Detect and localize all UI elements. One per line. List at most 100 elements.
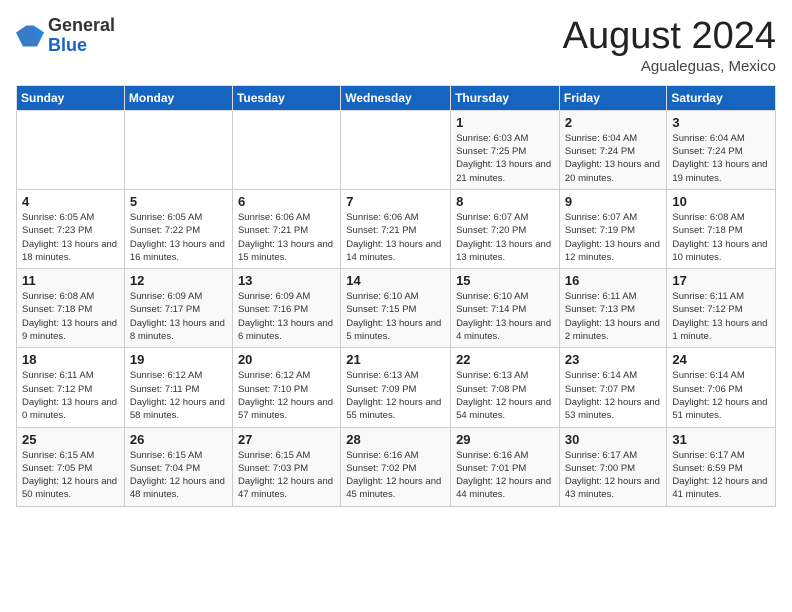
logo: General Blue	[16, 16, 115, 56]
day-number: 22	[456, 352, 554, 367]
day-number: 13	[238, 273, 335, 288]
calendar-cell: 12 Sunrise: 6:09 AMSunset: 7:17 PMDayligh…	[124, 269, 232, 348]
day-number: 19	[130, 352, 227, 367]
calendar-cell: 19Sunrise: 6:12 AMSunset: 7:11 PMDayligh…	[124, 348, 232, 427]
calendar-cell: 13 Sunrise: 6:09 AMSunset: 7:16 PMDayligh…	[232, 269, 340, 348]
day-info: Sunrise: 6:12 AMSunset: 7:10 PMDaylight:…	[238, 369, 335, 422]
calendar-week-row: 11 Sunrise: 6:08 AMSunset: 7:18 PMDayligh…	[17, 269, 776, 348]
calendar-cell: 8Sunrise: 6:07 AMSunset: 7:20 PMDaylight…	[451, 189, 560, 268]
calendar-cell: 7Sunrise: 6:06 AMSunset: 7:21 PMDaylight…	[341, 189, 451, 268]
calendar-cell: 21Sunrise: 6:13 AMSunset: 7:09 PMDayligh…	[341, 348, 451, 427]
day-number: 5	[130, 194, 227, 209]
day-info: Sunrise: 6:17 AMSunset: 6:59 PMDaylight:…	[672, 449, 770, 502]
day-info: Sunrise: 6:15 AMSunset: 7:05 PMDaylight:…	[22, 449, 119, 502]
calendar-cell: 14 Sunrise: 6:10 AMSunset: 7:15 PMDayligh…	[341, 269, 451, 348]
day-info: Sunrise: 6:06 AMSunset: 7:21 PMDaylight:…	[238, 211, 335, 264]
calendar-cell: 4Sunrise: 6:05 AMSunset: 7:23 PMDaylight…	[17, 189, 125, 268]
calendar-cell: 3Sunrise: 6:04 AMSunset: 7:24 PMDaylight…	[667, 110, 776, 189]
day-number: 27	[238, 432, 335, 447]
day-number: 2	[565, 115, 662, 130]
calendar-cell: 22 Sunrise: 6:13 AMSunset: 7:08 PMDayligh…	[451, 348, 560, 427]
page-header: General Blue August 2024 Agualeguas, Mex…	[16, 16, 776, 75]
day-info: Sunrise: 6:13 AMSunset: 7:08 PMDaylight:…	[456, 369, 554, 422]
calendar-cell: 28Sunrise: 6:16 AMSunset: 7:02 PMDayligh…	[341, 427, 451, 506]
day-number: 26	[130, 432, 227, 447]
calendar-table: SundayMondayTuesdayWednesdayThursdayFrid…	[16, 85, 776, 507]
weekday-header: Sunday	[17, 85, 125, 110]
weekday-header: Monday	[124, 85, 232, 110]
day-info: Sunrise: 6:11 AMSunset: 7:12 PMDaylight:…	[22, 369, 119, 422]
calendar-cell	[124, 110, 232, 189]
day-number: 3	[672, 115, 770, 130]
weekday-header: Thursday	[451, 85, 560, 110]
day-info: Sunrise: 6:17 AMSunset: 7:00 PMDaylight:…	[565, 449, 662, 502]
calendar-cell: 15 Sunrise: 6:10 AMSunset: 7:14 PMDayligh…	[451, 269, 560, 348]
calendar-week-row: 18Sunrise: 6:11 AMSunset: 7:12 PMDayligh…	[17, 348, 776, 427]
calendar-cell: 1Sunrise: 6:03 AMSunset: 7:25 PMDaylight…	[451, 110, 560, 189]
weekday-header: Saturday	[667, 85, 776, 110]
day-info: Sunrise: 6:07 AMSunset: 7:20 PMDaylight:…	[456, 211, 554, 264]
calendar-cell: 18Sunrise: 6:11 AMSunset: 7:12 PMDayligh…	[17, 348, 125, 427]
calendar-header-row: SundayMondayTuesdayWednesdayThursdayFrid…	[17, 85, 776, 110]
calendar-cell	[341, 110, 451, 189]
day-info: Sunrise: 6:10 AMSunset: 7:14 PMDaylight:…	[456, 290, 554, 343]
day-number: 14	[346, 273, 445, 288]
day-info: Sunrise: 6:06 AMSunset: 7:21 PMDaylight:…	[346, 211, 445, 264]
day-number: 17	[672, 273, 770, 288]
day-info: Sunrise: 6:11 AMSunset: 7:13 PMDaylight:…	[565, 290, 662, 343]
calendar-week-row: 1Sunrise: 6:03 AMSunset: 7:25 PMDaylight…	[17, 110, 776, 189]
calendar-cell	[17, 110, 125, 189]
location: Agualeguas, Mexico	[563, 58, 776, 75]
calendar-cell: 11 Sunrise: 6:08 AMSunset: 7:18 PMDayligh…	[17, 269, 125, 348]
calendar-cell: 17 Sunrise: 6:11 AMSunset: 7:12 PMDayligh…	[667, 269, 776, 348]
calendar-cell	[232, 110, 340, 189]
day-info: Sunrise: 6:05 AMSunset: 7:22 PMDaylight:…	[130, 211, 227, 264]
day-info: Sunrise: 6:09 AMSunset: 7:17 PMDaylight:…	[130, 290, 227, 343]
day-number: 12	[130, 273, 227, 288]
calendar-cell: 6Sunrise: 6:06 AMSunset: 7:21 PMDaylight…	[232, 189, 340, 268]
day-info: Sunrise: 6:07 AMSunset: 7:19 PMDaylight:…	[565, 211, 662, 264]
day-info: Sunrise: 6:11 AMSunset: 7:12 PMDaylight:…	[672, 290, 770, 343]
day-number: 31	[672, 432, 770, 447]
day-number: 4	[22, 194, 119, 209]
day-info: Sunrise: 6:04 AMSunset: 7:24 PMDaylight:…	[565, 132, 662, 185]
day-number: 28	[346, 432, 445, 447]
calendar-week-row: 25 Sunrise: 6:15 AMSunset: 7:05 PMDayligh…	[17, 427, 776, 506]
calendar-cell: 24Sunrise: 6:14 AMSunset: 7:06 PMDayligh…	[667, 348, 776, 427]
weekday-header: Wednesday	[341, 85, 451, 110]
day-info: Sunrise: 6:10 AMSunset: 7:15 PMDaylight:…	[346, 290, 445, 343]
day-number: 11	[22, 273, 119, 288]
day-info: Sunrise: 6:09 AMSunset: 7:16 PMDaylight:…	[238, 290, 335, 343]
month-year: August 2024	[563, 16, 776, 58]
calendar-body: 1Sunrise: 6:03 AMSunset: 7:25 PMDaylight…	[17, 110, 776, 506]
day-number: 20	[238, 352, 335, 367]
day-info: Sunrise: 6:15 AMSunset: 7:04 PMDaylight:…	[130, 449, 227, 502]
weekday-header: Friday	[559, 85, 667, 110]
day-number: 25	[22, 432, 119, 447]
logo-text: General Blue	[48, 16, 115, 56]
day-number: 30	[565, 432, 662, 447]
calendar-cell: 23Sunrise: 6:14 AMSunset: 7:07 PMDayligh…	[559, 348, 667, 427]
day-number: 15	[456, 273, 554, 288]
day-info: Sunrise: 6:13 AMSunset: 7:09 PMDaylight:…	[346, 369, 445, 422]
calendar-cell: 26 Sunrise: 6:15 AMSunset: 7:04 PMDayligh…	[124, 427, 232, 506]
calendar-cell: 31 Sunrise: 6:17 AMSunset: 6:59 PMDayligh…	[667, 427, 776, 506]
day-number: 9	[565, 194, 662, 209]
calendar-cell: 10 Sunrise: 6:08 AMSunset: 7:18 PMDayligh…	[667, 189, 776, 268]
calendar-cell: 30 Sunrise: 6:17 AMSunset: 7:00 PMDayligh…	[559, 427, 667, 506]
day-info: Sunrise: 6:16 AMSunset: 7:01 PMDaylight:…	[456, 449, 554, 502]
calendar-cell: 2 Sunrise: 6:04 AMSunset: 7:24 PMDaylight…	[559, 110, 667, 189]
title-block: August 2024 Agualeguas, Mexico	[563, 16, 776, 75]
day-number: 29	[456, 432, 554, 447]
day-number: 1	[456, 115, 554, 130]
day-info: Sunrise: 6:14 AMSunset: 7:06 PMDaylight:…	[672, 369, 770, 422]
day-info: Sunrise: 6:08 AMSunset: 7:18 PMDaylight:…	[672, 211, 770, 264]
calendar-cell: 27Sunrise: 6:15 AMSunset: 7:03 PMDayligh…	[232, 427, 340, 506]
day-number: 10	[672, 194, 770, 209]
day-info: Sunrise: 6:08 AMSunset: 7:18 PMDaylight:…	[22, 290, 119, 343]
day-number: 16	[565, 273, 662, 288]
logo-icon	[16, 22, 44, 50]
calendar-week-row: 4Sunrise: 6:05 AMSunset: 7:23 PMDaylight…	[17, 189, 776, 268]
calendar-cell: 29 Sunrise: 6:16 AMSunset: 7:01 PMDayligh…	[451, 427, 560, 506]
calendar-cell: 9 Sunrise: 6:07 AMSunset: 7:19 PMDaylight…	[559, 189, 667, 268]
